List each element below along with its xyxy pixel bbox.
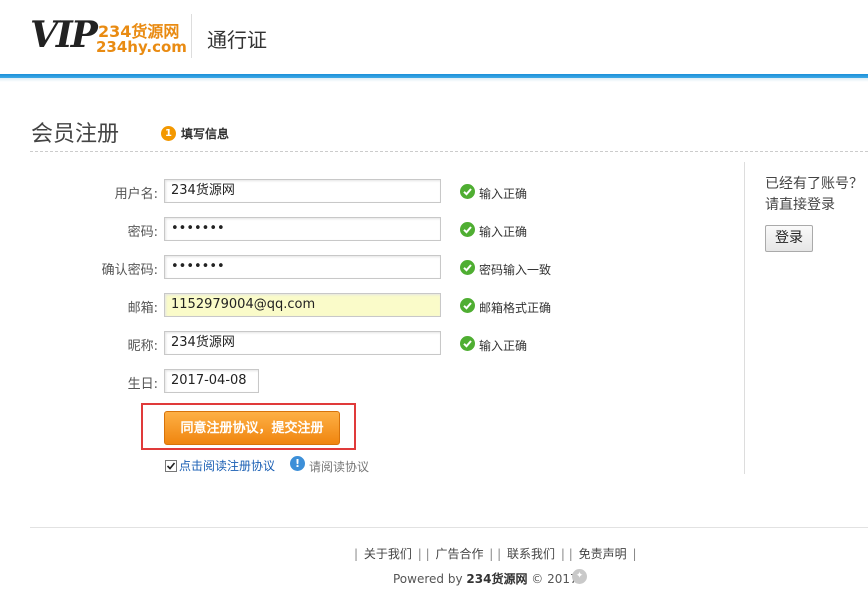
powered-suffix: © 2017	[531, 572, 578, 586]
logo-mark: VIP	[30, 14, 98, 56]
login-prompt: 已经有了账号？ 请直接登录	[765, 174, 868, 216]
password-status: 输入正确	[479, 225, 528, 239]
footer-link-ads[interactable]: 广告合作	[435, 547, 483, 561]
footer-link-disclaimer[interactable]: 免责声明	[579, 547, 627, 561]
username-status: 输入正确	[479, 187, 528, 201]
header-divider	[191, 14, 192, 58]
agree-row: 点击阅读注册协议	[165, 457, 275, 474]
login-prompt-line1: 已经有了账号？	[765, 176, 863, 192]
footer-links: | 关于我们 | | 广告合作 | | 联系我们 | | 免责声明 |	[354, 547, 637, 561]
agree-checkbox[interactable]	[165, 459, 177, 472]
email-input[interactable]: 1152979004@qq.com	[164, 293, 441, 317]
shield-icon: ✦	[572, 569, 587, 584]
check-circle-icon	[460, 222, 475, 237]
step-number-icon: 1	[161, 126, 176, 141]
birthday-label: 生日:	[127, 377, 158, 392]
title-divider	[30, 151, 868, 152]
birthday-input[interactable]: 2017-04-08	[164, 369, 259, 393]
header-title: 通行证	[207, 28, 267, 52]
copyright: Powered by 234货源网 © 2017	[393, 570, 578, 587]
check-circle-icon	[460, 260, 475, 275]
password-label: 密码:	[127, 225, 158, 240]
login-button[interactable]: 登录	[765, 225, 813, 252]
login-prompt-line2: 请直接登录	[765, 197, 835, 213]
logo-text-bottom: 234hy.com	[96, 38, 187, 56]
nickname-input[interactable]: 234货源网	[164, 331, 441, 355]
header-shadow	[0, 78, 868, 82]
submit-register-button[interactable]: 同意注册协议，提交注册	[164, 411, 340, 445]
form-row-birthday: 生日: 2017-04-08	[0, 369, 700, 395]
info-circle-icon: !	[290, 456, 305, 471]
form-row-email: 邮箱: 1152979004@qq.com 邮箱格式正确	[0, 293, 700, 319]
form-row-nickname: 昵称: 234货源网 输入正确	[0, 331, 700, 357]
check-circle-icon	[460, 184, 475, 199]
form-row-username: 用户名: 234货源网 输入正确	[0, 179, 700, 205]
confirm-password-label: 确认密码:	[101, 263, 158, 278]
confirm-password-status: 密码输入一致	[479, 263, 552, 277]
powered-brand: 234货源网	[466, 572, 528, 586]
nickname-label: 昵称:	[127, 339, 158, 354]
form-row-confirm-password: 确认密码: ••••••• 密码输入一致	[0, 255, 700, 281]
username-label: 用户名:	[114, 187, 158, 202]
footer-link-about[interactable]: 关于我们	[364, 547, 412, 561]
email-status: 邮箱格式正确	[479, 301, 552, 315]
check-circle-icon	[460, 298, 475, 313]
password-input[interactable]: •••••••	[164, 217, 441, 241]
form-row-password: 密码: ••••••• 输入正确	[0, 217, 700, 243]
confirm-password-input[interactable]: •••••••	[164, 255, 441, 279]
footer-divider	[30, 527, 868, 528]
site-header: VIP 234货源网 234hy.com 通行证	[0, 0, 868, 74]
step-label: 填写信息	[181, 127, 230, 141]
step-indicator: 1 填写信息	[161, 125, 229, 142]
page-title: 会员注册	[31, 122, 120, 147]
footer-link-contact[interactable]: 联系我们	[507, 547, 555, 561]
sidebar-divider	[744, 162, 745, 474]
agreement-notice: 请阅读协议	[309, 460, 370, 474]
username-input[interactable]: 234货源网	[164, 179, 441, 203]
email-label: 邮箱:	[127, 301, 158, 316]
nickname-status: 输入正确	[479, 339, 528, 353]
site-logo[interactable]: VIP 234货源网 234hy.com	[30, 12, 187, 68]
powered-prefix: Powered by	[393, 572, 463, 586]
check-circle-icon	[460, 336, 475, 351]
agreement-link[interactable]: 点击阅读注册协议	[179, 457, 275, 474]
